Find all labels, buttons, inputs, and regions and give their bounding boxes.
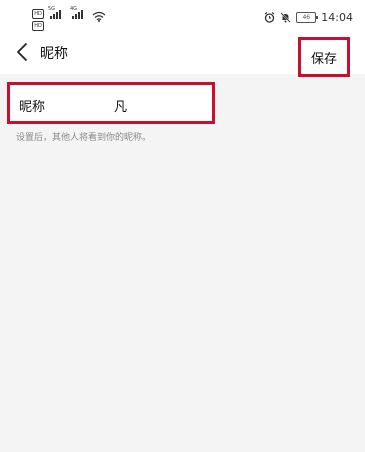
signal-strength-icon: 5G bbox=[48, 6, 61, 19]
nickname-field-label: 昵称 bbox=[19, 100, 46, 115]
status-right: 46 14:04 bbox=[264, 11, 353, 24]
sim2-hd-icon: HD bbox=[32, 21, 44, 31]
clock: 14:04 bbox=[321, 11, 353, 24]
nickname-field-value[interactable]: 凡 bbox=[114, 96, 127, 115]
app-header: 昵称 保存 bbox=[0, 34, 365, 77]
battery-icon: 46 bbox=[296, 12, 319, 23]
alarm-icon bbox=[264, 12, 275, 23]
sim-indicators: HD HD bbox=[32, 9, 44, 33]
save-button[interactable]: 保存 bbox=[298, 37, 350, 77]
wifi-icon bbox=[92, 11, 106, 22]
nickname-field[interactable]: 昵称 凡 bbox=[7, 82, 215, 124]
page-title: 昵称 bbox=[40, 46, 68, 62]
mute-bell-icon bbox=[280, 12, 291, 23]
network-type: 4G bbox=[70, 6, 78, 12]
signal-strength-icon-2: 4G bbox=[70, 6, 83, 19]
status-bar: HD HD 5G 4G 46 14:04 bbox=[0, 0, 365, 34]
back-arrow-icon[interactable] bbox=[14, 42, 32, 62]
hint-text: 设置后，其他人将看到你的昵称。 bbox=[16, 133, 152, 143]
sim1-hd-icon: HD bbox=[32, 9, 44, 19]
signal-tag: 5G bbox=[48, 6, 56, 12]
